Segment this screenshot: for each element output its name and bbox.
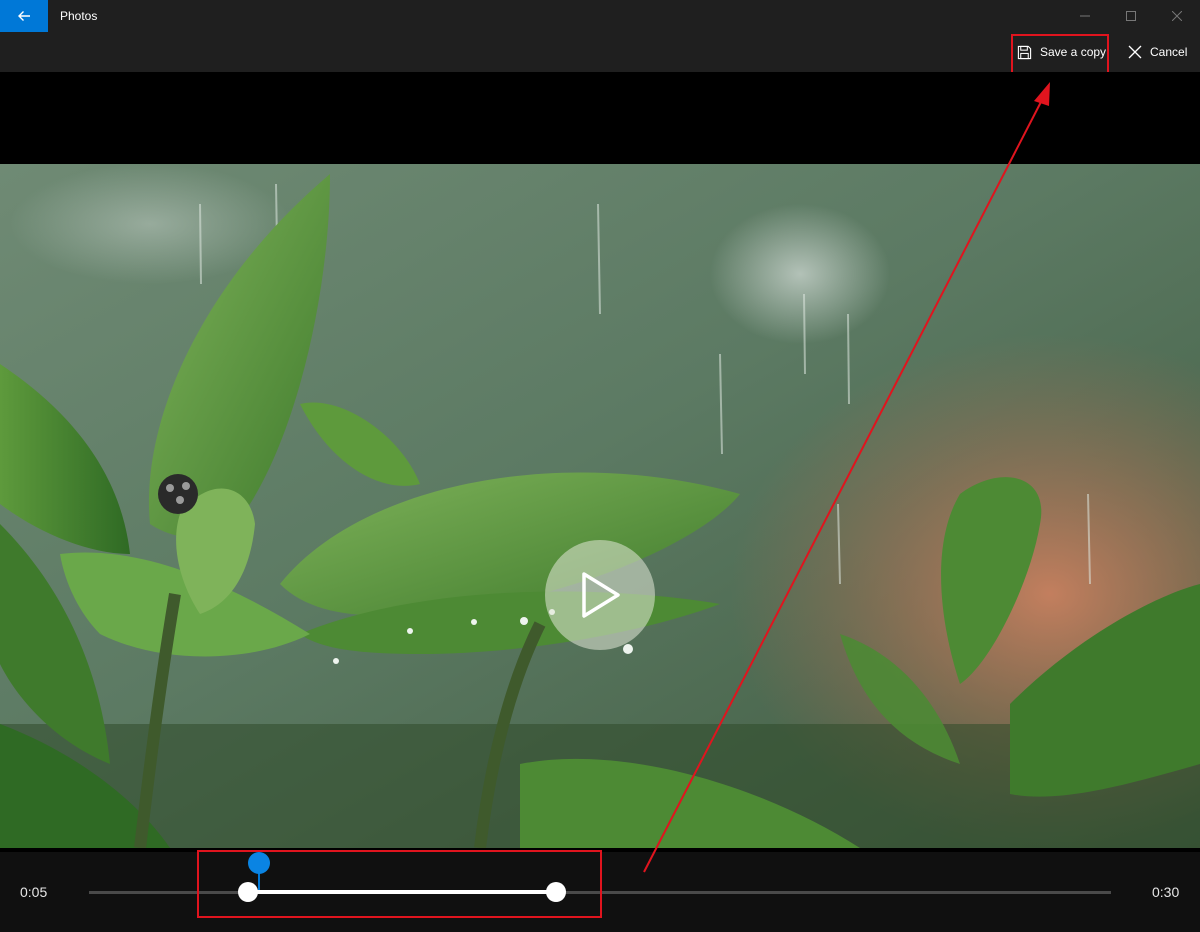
trim-end-handle[interactable] <box>546 882 566 902</box>
video-preview <box>0 72 1200 848</box>
trim-start-handle[interactable] <box>238 882 258 902</box>
trim-end-time: 0:30 <box>1152 884 1180 900</box>
save-copy-button[interactable]: Save a copy <box>1017 36 1106 68</box>
save-disk-icon <box>1017 45 1032 59</box>
cancel-label: Cancel <box>1150 45 1188 59</box>
app-title: Photos <box>60 9 98 23</box>
cancel-button[interactable]: Cancel <box>1128 36 1187 68</box>
back-arrow-icon <box>18 11 30 21</box>
minimize-button[interactable] <box>1062 0 1108 32</box>
trim-timeline: 0:05 0:30 <box>0 852 1200 932</box>
save-copy-label: Save a copy <box>1040 45 1107 59</box>
maximize-button[interactable] <box>1108 0 1154 32</box>
close-window-icon <box>1172 11 1182 21</box>
playhead-handle[interactable] <box>248 852 270 874</box>
minimize-icon <box>1080 15 1090 17</box>
video-frame-image <box>0 164 1200 848</box>
close-icon <box>1128 45 1142 59</box>
video-frame[interactable] <box>0 164 1200 848</box>
back-button[interactable] <box>0 0 48 32</box>
play-button[interactable] <box>545 540 655 650</box>
title-bar: Photos <box>0 0 1200 32</box>
editor-toolbar: Save a copy Cancel <box>0 32 1200 72</box>
play-icon <box>582 572 620 618</box>
trim-selected-range <box>248 890 556 894</box>
close-window-button[interactable] <box>1154 0 1200 32</box>
trim-start-time: 0:05 <box>20 884 48 900</box>
maximize-icon <box>1126 11 1136 21</box>
